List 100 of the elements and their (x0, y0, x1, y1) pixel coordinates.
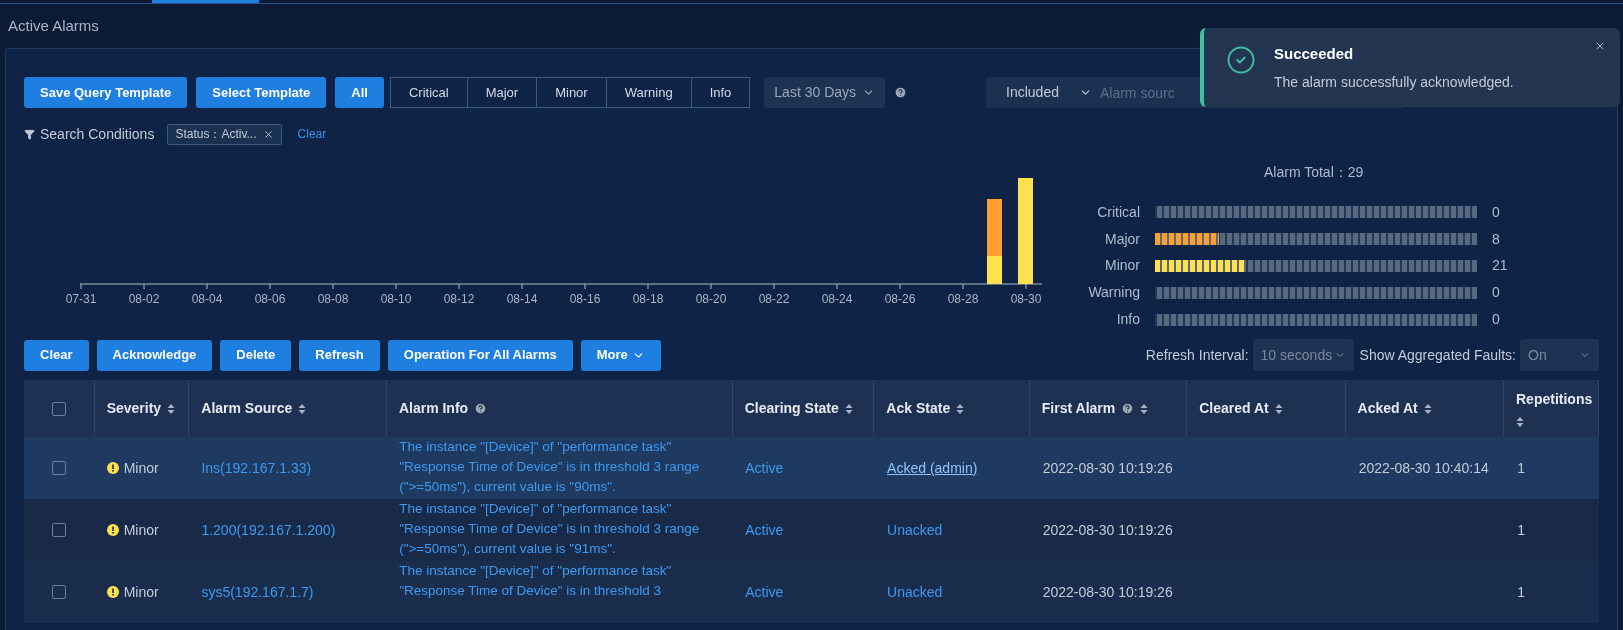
axis-label: 08-14 (506, 292, 538, 306)
severity-count: 0 (1491, 202, 1500, 222)
severity-filter-tab[interactable]: Major (466, 77, 538, 108)
table-cell-text: 2022-08-30 10:19:26 (1042, 582, 1173, 602)
ack-state-link[interactable]: Acked (admin) (887, 457, 978, 479)
toolbar-button[interactable]: Operation For All Alarms (387, 339, 573, 371)
column-title[interactable]: Ack State (886, 398, 951, 419)
table-row[interactable]: Minor 1.200(192.167.1.200) The instance "[Device]" of "performance task" "Response Time of Device" is in threshold 3 range (">=50ms"), current value is "91ms". Active Unacked 2022-08-30 10:19:26 1 (24, 499, 1599, 561)
axis-label: 08-06 (254, 292, 286, 306)
severity-filter-tab[interactable]: Info (690, 77, 751, 108)
search-conditions-label: Search Conditions (40, 124, 155, 144)
axis-label: 08-22 (758, 292, 790, 306)
alarm-info-link[interactable]: The instance "[Device]" of "performance task" "Response Time of Device" is in threshold 3 range (">=50ms"), current value is "91ms". (399, 499, 722, 559)
select-all-checkbox[interactable] (51, 401, 66, 416)
column-title[interactable]: Severity (106, 398, 162, 419)
template-button[interactable]: Save Query Template (24, 77, 188, 108)
sort-icon[interactable] (1140, 402, 1149, 415)
table-cell-text: Minor (123, 520, 159, 540)
alarm-source-link[interactable]: 1.200(192.167.1.200) (201, 519, 336, 541)
ack-state-link[interactable]: Unacked (887, 519, 943, 541)
table-cell-text: 1 (1517, 582, 1526, 602)
severity-filter-tab[interactable]: All (335, 77, 384, 108)
axis-label: 08-16 (569, 292, 601, 306)
clear-conditions-link[interactable]: Clear (297, 125, 327, 143)
severity-label: Major (1104, 229, 1141, 249)
close-icon[interactable] (262, 128, 274, 140)
severity-filter-tab[interactable]: Minor (536, 77, 607, 108)
toolbar-button[interactable]: Refresh (299, 339, 380, 371)
sort-icon[interactable] (844, 402, 853, 415)
toolbar-button[interactable]: Acknowledge (96, 339, 213, 371)
ack-state-link[interactable]: Unacked (887, 581, 943, 603)
date-range-select[interactable]: Last 30 Days (764, 77, 886, 108)
sort-icon[interactable] (167, 402, 176, 415)
table-cell-text: 2022-08-30 10:40:14 (1358, 458, 1489, 478)
axis-label: 08-02 (128, 292, 160, 306)
table-cell-text: Active (745, 520, 784, 540)
column-title[interactable]: Alarm Info (398, 398, 469, 419)
axis-label: 08-10 (380, 292, 412, 306)
severity-label: Minor (1104, 256, 1141, 276)
alarm-info-link[interactable]: The instance "[Device]" of "performance task" "Response Time of Device" is in threshold 3 range (">=50ms"), current value is "90ms". (399, 437, 722, 497)
column-title[interactable]: Alarm Source (201, 398, 293, 419)
alarm-source-link[interactable]: sys5(192.167.1.7) (201, 581, 314, 603)
axis-label: 08-30 (1010, 292, 1042, 306)
column-title[interactable]: Cleared At (1199, 398, 1269, 419)
warning-icon (106, 462, 119, 474)
severity-count: 0 (1491, 310, 1500, 330)
axis-label: 08-12 (443, 292, 475, 306)
template-button[interactable]: Select Template (196, 77, 327, 108)
success-icon (1226, 45, 1256, 75)
alarm-source-link[interactable]: Ins(192.167.1.33) (201, 457, 312, 479)
help-icon[interactable] (894, 86, 908, 99)
sort-icon[interactable] (1423, 402, 1432, 415)
row-checkbox[interactable] (52, 523, 67, 537)
column-title[interactable]: Repetitions (1516, 389, 1593, 410)
sort-icon[interactable] (1274, 402, 1283, 415)
aggregated-faults-select[interactable]: On (1520, 339, 1599, 371)
sort-icon[interactable] (1516, 416, 1524, 428)
column-title[interactable]: Clearing State (744, 398, 839, 419)
refresh-interval-select[interactable]: 10 seconds (1252, 339, 1354, 371)
scope-select[interactable]: Included (986, 77, 1100, 108)
alarm-total: Alarm Total：29 (1264, 163, 1365, 182)
row-checkbox[interactable] (52, 585, 67, 599)
table-cell-text: 2022-08-30 10:19:26 (1042, 458, 1173, 478)
severity-label: Critical (1096, 202, 1141, 222)
severity-filter-tab[interactable]: Critical (389, 77, 468, 108)
table-cell-text: Active (745, 582, 784, 602)
aggregated-faults-label: Show Aggregated Faults: (1359, 345, 1516, 365)
help-icon[interactable] (474, 402, 488, 415)
severity-count: 21 (1491, 256, 1508, 276)
column-title[interactable]: First Alarm (1041, 398, 1116, 419)
toolbar-button[interactable]: Clear (24, 339, 89, 371)
sort-icon[interactable] (956, 402, 965, 415)
table-cell-text: 2022-08-30 10:19:26 (1042, 520, 1173, 540)
table-cell-text: Minor (123, 582, 159, 602)
row-checkbox[interactable] (52, 461, 67, 475)
close-icon[interactable] (1594, 40, 1606, 52)
toast-message: The alarm successfully acknowledged. (1274, 72, 1514, 92)
help-icon[interactable] (1121, 402, 1135, 415)
column-title[interactable]: Acked At (1357, 398, 1418, 419)
axis-label: 08-26 (884, 292, 916, 306)
warning-icon (106, 524, 119, 536)
axis-label: 07-31 (65, 292, 97, 306)
refresh-interval-label: Refresh Interval: (1145, 345, 1249, 365)
axis-label: 08-08 (317, 292, 349, 306)
table-cell-text: 1 (1517, 520, 1526, 540)
sort-icon[interactable] (298, 402, 307, 415)
more-button[interactable]: More (580, 339, 661, 371)
severity-label: Warning (1087, 283, 1141, 303)
axis-label: 08-28 (947, 292, 979, 306)
toolbar-button[interactable]: Delete (220, 339, 292, 371)
axis-label: 08-20 (695, 292, 727, 306)
table-row[interactable] (24, 437, 1599, 499)
severity-label: Info (1115, 310, 1141, 330)
axis-label: 08-18 (632, 292, 664, 306)
warning-icon (106, 586, 119, 598)
alarm-info-link[interactable]: The instance "[Device]" of "performance task" "Response Time of Device" is in threshold 3 (399, 561, 722, 601)
condition-tag[interactable]: Status：Activ... (167, 123, 282, 145)
filter-icon (24, 128, 35, 140)
toast-title: Succeeded (1274, 44, 1355, 64)
severity-filter-tab[interactable]: Warning (605, 77, 692, 108)
